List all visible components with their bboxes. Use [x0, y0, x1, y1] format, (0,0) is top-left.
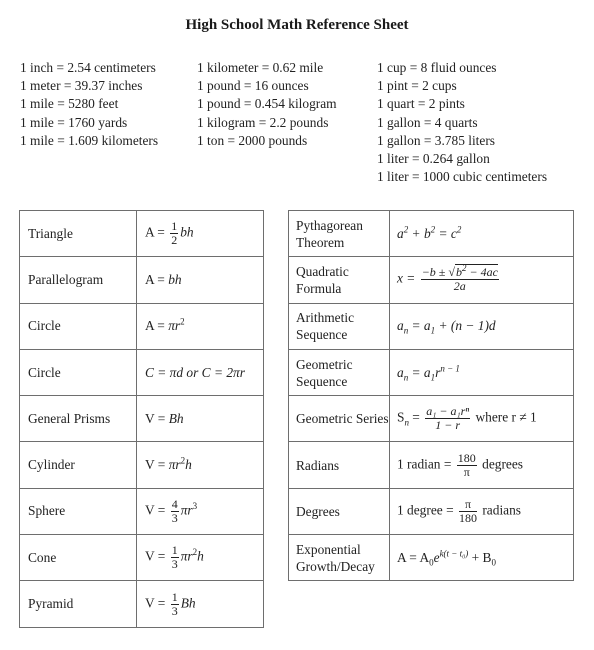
conversion-column-weight: 1 kilometer = 0.62 mile 1 pound = 16 ounc… [197, 59, 337, 150]
shape-formula: V = 1 3 πr2h [136, 534, 264, 582]
formula-name: Arithmetic Sequence [288, 302, 390, 350]
formula-name: Degrees [288, 487, 390, 536]
table-row: Pythagorean Theorem a2 + b2 = c2 [288, 209, 574, 258]
page-title: High School Math Reference Sheet [185, 17, 409, 33]
conversion-column-length: 1 inch = 2.54 centimeters 1 meter = 39.37… [20, 59, 158, 150]
geometric-sequence-formula: an = a1rn − 1 [389, 348, 574, 397]
table-row: Quadratic Formula x = −b ± √b2 − 4ac 2a [288, 256, 574, 304]
formula-name: Exponential Growth/Decay [288, 534, 390, 582]
formula-name: Quadratic Formula [288, 256, 390, 304]
conversion-item: 1 quart = 2 pints [377, 96, 465, 112]
geometry-formula-table: Triangle A = 1 2 bh Parallelogram A = bh Circl… [19, 209, 264, 628]
shape-name: Triangle [19, 209, 137, 258]
shape-formula: V = Bh [136, 395, 264, 443]
formula-name: Radians [288, 441, 390, 489]
conversion-column-volume: 1 cup = 8 fluid ounces 1 pint = 2 cups 1 q… [377, 59, 547, 186]
conversion-item: 1 ton = 2000 pounds [197, 132, 308, 148]
table-row: General Prisms V = Bh [19, 395, 264, 443]
conversion-item: 1 gallon = 4 quarts [377, 114, 478, 130]
quadratic-formula: x = −b ± √b2 − 4ac 2a [389, 256, 574, 304]
radians-formula: 1 radian = 180 π degrees [389, 441, 574, 489]
shape-formula: A = 1 2 bh [136, 209, 264, 258]
formula-name: Pythagorean Theorem [288, 209, 390, 258]
conversion-item: 1 liter = 0.264 gallon [377, 151, 490, 167]
degrees-formula: 1 degree = π 180 radians [389, 487, 574, 536]
shape-formula: A = bh [136, 256, 264, 304]
table-row: Radians 1 radian = 180 π degrees [288, 441, 574, 489]
geometric-series-formula: Sn = a₁ − a₁rⁿ 1 − r where r ≠ 1 [389, 395, 574, 443]
conversion-item: 1 mile = 5280 feet [20, 96, 119, 112]
table-row: Triangle A = 1 2 bh [19, 209, 264, 258]
exponential-formula: A = A0ek(t − t₀) + B0 [389, 534, 574, 582]
table-row: Exponential Growth/Decay A = A0ek(t − t₀… [288, 534, 574, 582]
conversion-item: 1 mile = 1760 yards [20, 114, 128, 130]
shape-name: Circle [19, 302, 137, 350]
conversion-item: 1 liter = 1000 cubic centimeters [377, 169, 548, 185]
table-row: Circle C = πd or C = 2πr [19, 348, 264, 397]
table-row: Cone V = 1 3 πr2h [19, 534, 264, 582]
table-row: Parallelogram A = bh [19, 256, 264, 304]
shape-formula: V = πr2h [136, 441, 264, 489]
table-row: Sphere V = 4 3 πr3 [19, 487, 264, 536]
shape-name: Circle [19, 348, 137, 397]
shape-name: Sphere [19, 487, 137, 536]
conversion-item: 1 mile = 1.609 kilometers [20, 132, 159, 148]
conversion-item: 1 meter = 39.37 inches [20, 78, 143, 94]
shape-name: Cylinder [19, 441, 137, 489]
shape-name: Cone [19, 534, 137, 582]
shape-formula: A = πr2 [136, 302, 264, 350]
conversion-item: 1 cup = 8 fluid ounces [377, 60, 497, 75]
table-row: Pyramid V = 1 3 Bh [19, 580, 264, 628]
conversion-item: 1 pint = 2 cups [377, 78, 457, 94]
table-row: Geometric Sequence an = a1rn − 1 [288, 348, 574, 397]
table-row: Degrees 1 degree = π 180 radians [288, 487, 574, 536]
shape-name: Parallelogram [19, 256, 137, 304]
table-row: Cylinder V = πr2h [19, 441, 264, 489]
conversion-item: 1 kilogram = 2.2 pounds [197, 114, 329, 130]
conversion-item: 1 pound = 16 ounces [197, 78, 309, 94]
shape-name: General Prisms [19, 395, 137, 443]
table-row: Arithmetic Sequence an = a1 + (n − 1)d [288, 302, 574, 350]
formula-name: Geometric Series [288, 395, 390, 443]
conversion-item: 1 gallon = 3.785 liters [377, 132, 496, 148]
shape-formula: V = 4 3 πr3 [136, 487, 264, 536]
table-row: Geometric Series Sn = a₁ − a₁rⁿ 1 − r whe… [288, 395, 574, 443]
shape-formula: C = πd or C = 2πr [136, 348, 264, 397]
conversion-item: 1 pound = 0.454 kilogram [197, 96, 337, 112]
conversion-item: 1 kilometer = 0.62 mile [197, 60, 324, 75]
conversion-item: 1 inch = 2.54 centimeters [20, 60, 156, 75]
shape-name: Pyramid [19, 580, 137, 628]
shape-formula: V = 1 3 Bh [136, 580, 264, 628]
algebra-formula-table: Pythagorean Theorem a2 + b2 = c2 Quadrat… [288, 209, 574, 582]
table-row: Circle A = πr2 [19, 302, 264, 350]
arithmetic-sequence-formula: an = a1 + (n − 1)d [389, 302, 574, 350]
formula-name: Geometric Sequence [288, 348, 390, 397]
pythagorean-formula: a2 + b2 = c2 [389, 209, 574, 258]
